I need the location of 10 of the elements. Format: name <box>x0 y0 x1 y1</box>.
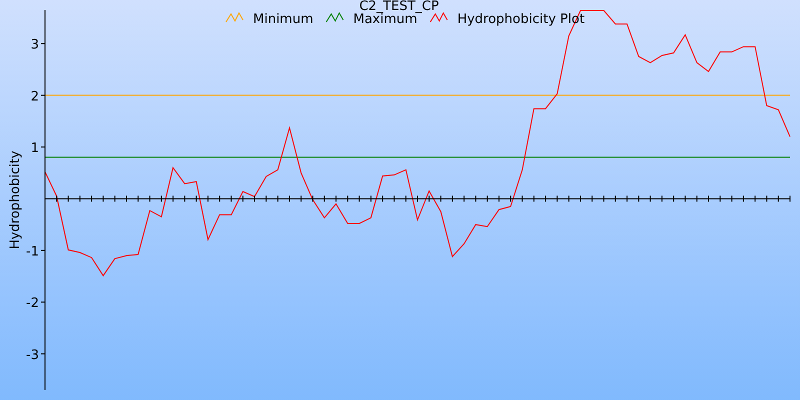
chart-title: C2_TEST_CP <box>359 0 439 14</box>
axis-title: Hydrophobicity <box>8 150 23 250</box>
tick-label: 1 <box>30 141 39 156</box>
tick-label: -1 <box>26 244 39 260</box>
tick-label: 2 <box>30 89 39 104</box>
legend-label: Maximum <box>353 12 418 27</box>
legend-label: Minimum <box>253 12 314 27</box>
tick-label: 3 <box>30 38 39 53</box>
tick-label: -2 <box>26 296 39 312</box>
tick-label: -3 <box>26 348 39 363</box>
